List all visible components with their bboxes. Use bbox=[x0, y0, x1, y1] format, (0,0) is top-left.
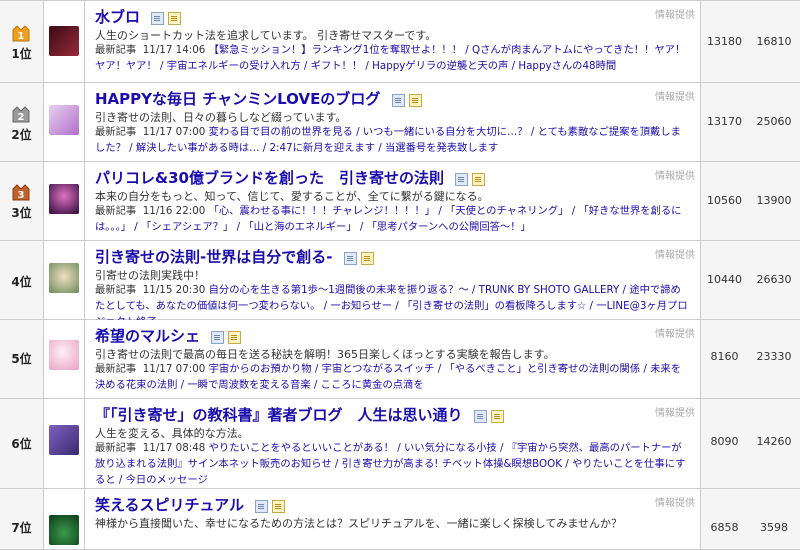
latest-date: 11/15 20:30 bbox=[142, 284, 206, 296]
blog-title-link[interactable]: HAPPYな毎日 チャンミンLOVEのブログ bbox=[95, 90, 380, 108]
in-points: 10440 bbox=[707, 273, 742, 286]
info-provided-label[interactable]: 情報提供 bbox=[655, 88, 695, 103]
blog-description: 引き寄せの法則で最高の毎日を送る秘訣を解明！365日楽しくほっとする実験を報告し… bbox=[95, 348, 555, 361]
blog-title-link[interactable]: 『「引き寄せ」の教科書』著者ブログ 人生は思い通り bbox=[95, 406, 463, 424]
out-points: 3598 bbox=[760, 521, 788, 534]
in-points: 6858 bbox=[710, 521, 739, 534]
bookmark-icon[interactable] bbox=[490, 409, 504, 423]
blog-description: 引寄せの法則実践中！ bbox=[95, 269, 205, 282]
blog-title-link[interactable]: 水ブロ bbox=[95, 8, 140, 26]
latest-label: 最新記事 bbox=[95, 284, 137, 296]
ranking-row: 6位 『「引き寄せ」の教科書』著者ブログ 人生は思い通り 情報提供 人生を変える… bbox=[0, 399, 800, 489]
latest-articles: 最新記事 11/17 14:06 【緊急ミッション！】ランキング1位を奪取せよ！… bbox=[95, 42, 691, 74]
ranking-row: 3 3位 パリコレ&30億ブランドを創った 引き寄せの法則 情報提供 本来の自分… bbox=[0, 162, 800, 241]
latest-date: 11/17 14:06 bbox=[142, 44, 206, 56]
in-points: 10560 bbox=[707, 194, 742, 207]
rank-1-badge-icon: 1 bbox=[12, 25, 30, 42]
ranking-row: 1 1位 水ブロ 情報提供 人生のショートカット法を追求しています。 引き寄せマ… bbox=[0, 1, 800, 83]
rank-3-badge-icon: 3 bbox=[12, 184, 30, 201]
ranking-row: 7位 笑えるスピリチュアル 情報提供 神様から直接聞いた、幸せになるための方法と… bbox=[0, 489, 800, 550]
latest-label: 最新記事 bbox=[95, 363, 137, 375]
bookmark-icon[interactable] bbox=[168, 11, 182, 25]
latest-label: 最新記事 bbox=[95, 205, 137, 217]
out-points: 23330 bbox=[756, 350, 792, 363]
info-provided-label[interactable]: 情報提供 bbox=[655, 6, 695, 21]
latest-date: 11/17 08:48 bbox=[142, 442, 206, 454]
latest-articles: 最新記事 11/17 07:00 宇宙からのお預かり物 / 宇宙とつながるスイッ… bbox=[95, 361, 691, 393]
latest-date: 11/16 22:00 bbox=[142, 205, 206, 217]
blog-description: 人生のショートカット法を追求しています。 引き寄せマスターです。 bbox=[95, 29, 437, 42]
latest-label: 最新記事 bbox=[95, 126, 137, 138]
in-points: 13180 bbox=[707, 35, 742, 48]
rank-label: 5位 bbox=[11, 352, 32, 366]
rss-feed-icon[interactable] bbox=[255, 499, 269, 513]
out-points: 13900 bbox=[756, 194, 792, 207]
rss-feed-icon[interactable] bbox=[391, 93, 405, 107]
rss-feed-icon[interactable] bbox=[473, 409, 487, 423]
bookmark-icon[interactable] bbox=[408, 93, 422, 107]
blog-thumbnail[interactable] bbox=[49, 425, 79, 455]
in-points: 8160 bbox=[710, 350, 739, 363]
out-points: 16810 bbox=[756, 35, 792, 48]
rank-label: 4位 bbox=[11, 275, 32, 289]
rank-label: 1位 bbox=[11, 47, 32, 61]
in-points: 8090 bbox=[710, 435, 739, 448]
info-provided-label[interactable]: 情報提供 bbox=[655, 494, 695, 509]
out-points: 26630 bbox=[756, 273, 792, 286]
blog-thumbnail[interactable] bbox=[49, 515, 79, 545]
latest-date: 11/17 07:00 bbox=[142, 126, 206, 138]
rss-feed-icon[interactable] bbox=[151, 11, 165, 25]
latest-date: 11/17 07:00 bbox=[142, 363, 206, 375]
latest-label: 最新記事 bbox=[95, 44, 137, 56]
bookmark-icon[interactable] bbox=[360, 251, 374, 265]
rss-feed-icon[interactable] bbox=[211, 330, 225, 344]
ranking-row: 2 2位 HAPPYな毎日 チャンミンLOVEのブログ 情報提供 引き寄せの法則… bbox=[0, 83, 800, 162]
ranking-row: 4位 引き寄せの法則-世界は自分で創る- 情報提供 引寄せの法則実践中！ 最新記… bbox=[0, 241, 800, 328]
rss-feed-icon[interactable] bbox=[455, 172, 469, 186]
blog-thumbnail[interactable] bbox=[49, 26, 79, 56]
blog-description: 本来の自分をもっと、知って、信じて、愛することが、全てに繋がる鍵になる。 bbox=[95, 190, 489, 203]
blog-description: 神様から直接聞いた、幸せになるための方法とは？スピリチュアルを、一緒に楽しく探検… bbox=[95, 517, 623, 530]
rank-2-badge-icon: 2 bbox=[12, 106, 30, 123]
blog-title-link[interactable]: 引き寄せの法則-世界は自分で創る- bbox=[95, 248, 332, 266]
info-provided-label[interactable]: 情報提供 bbox=[655, 167, 695, 182]
blog-description: 人生を変える、具体的な方法。 bbox=[95, 427, 249, 440]
out-points: 14260 bbox=[756, 435, 792, 448]
info-provided-label[interactable]: 情報提供 bbox=[655, 404, 695, 419]
bookmark-icon[interactable] bbox=[228, 330, 242, 344]
svg-text:2: 2 bbox=[18, 112, 25, 123]
rss-feed-icon[interactable] bbox=[343, 251, 357, 265]
ranking-table: 1 1位 水ブロ 情報提供 人生のショートカット法を追求しています。 引き寄せマ… bbox=[0, 0, 800, 550]
blog-thumbnail[interactable] bbox=[49, 105, 79, 135]
ranking-row: 5位 希望のマルシェ 情報提供 引き寄せの法則で最高の毎日を送る秘訣を解明！36… bbox=[0, 320, 800, 399]
rank-label: 6位 bbox=[11, 437, 32, 451]
blog-description: 引き寄せの法則、日々の暮らしなど綴っています。 bbox=[95, 111, 347, 124]
blog-title-link[interactable]: 希望のマルシェ bbox=[95, 327, 200, 345]
latest-label: 最新記事 bbox=[95, 442, 137, 454]
info-provided-label[interactable]: 情報提供 bbox=[655, 325, 695, 340]
info-provided-label[interactable]: 情報提供 bbox=[655, 246, 695, 261]
bookmark-icon[interactable] bbox=[272, 499, 286, 513]
in-points: 13170 bbox=[707, 115, 742, 128]
latest-articles: 最新記事 11/17 08:48 やりたいことをやるといいことがある！ / いい… bbox=[95, 440, 691, 488]
svg-text:1: 1 bbox=[18, 31, 25, 42]
latest-articles: 最新記事 11/16 22:00 「心、震わせる事に！！！チャレンジ！！！！」 … bbox=[95, 203, 691, 235]
rank-label: 3位 bbox=[11, 206, 32, 220]
blog-thumbnail[interactable] bbox=[49, 263, 79, 293]
blog-title-link[interactable]: パリコレ&30億ブランドを創った 引き寄せの法則 bbox=[95, 169, 444, 187]
rank-label: 2位 bbox=[11, 128, 32, 142]
blog-thumbnail[interactable] bbox=[49, 184, 79, 214]
rank-label: 7位 bbox=[11, 521, 32, 535]
svg-text:3: 3 bbox=[18, 190, 25, 201]
bookmark-icon[interactable] bbox=[472, 172, 486, 186]
latest-articles: 最新記事 11/17 07:00 変わる目で目の前の世界を見る / いつも一緒に… bbox=[95, 124, 691, 156]
blog-title-link[interactable]: 笑えるスピリチュアル bbox=[95, 496, 244, 514]
blog-thumbnail[interactable] bbox=[49, 340, 79, 370]
out-points: 25060 bbox=[756, 115, 792, 128]
